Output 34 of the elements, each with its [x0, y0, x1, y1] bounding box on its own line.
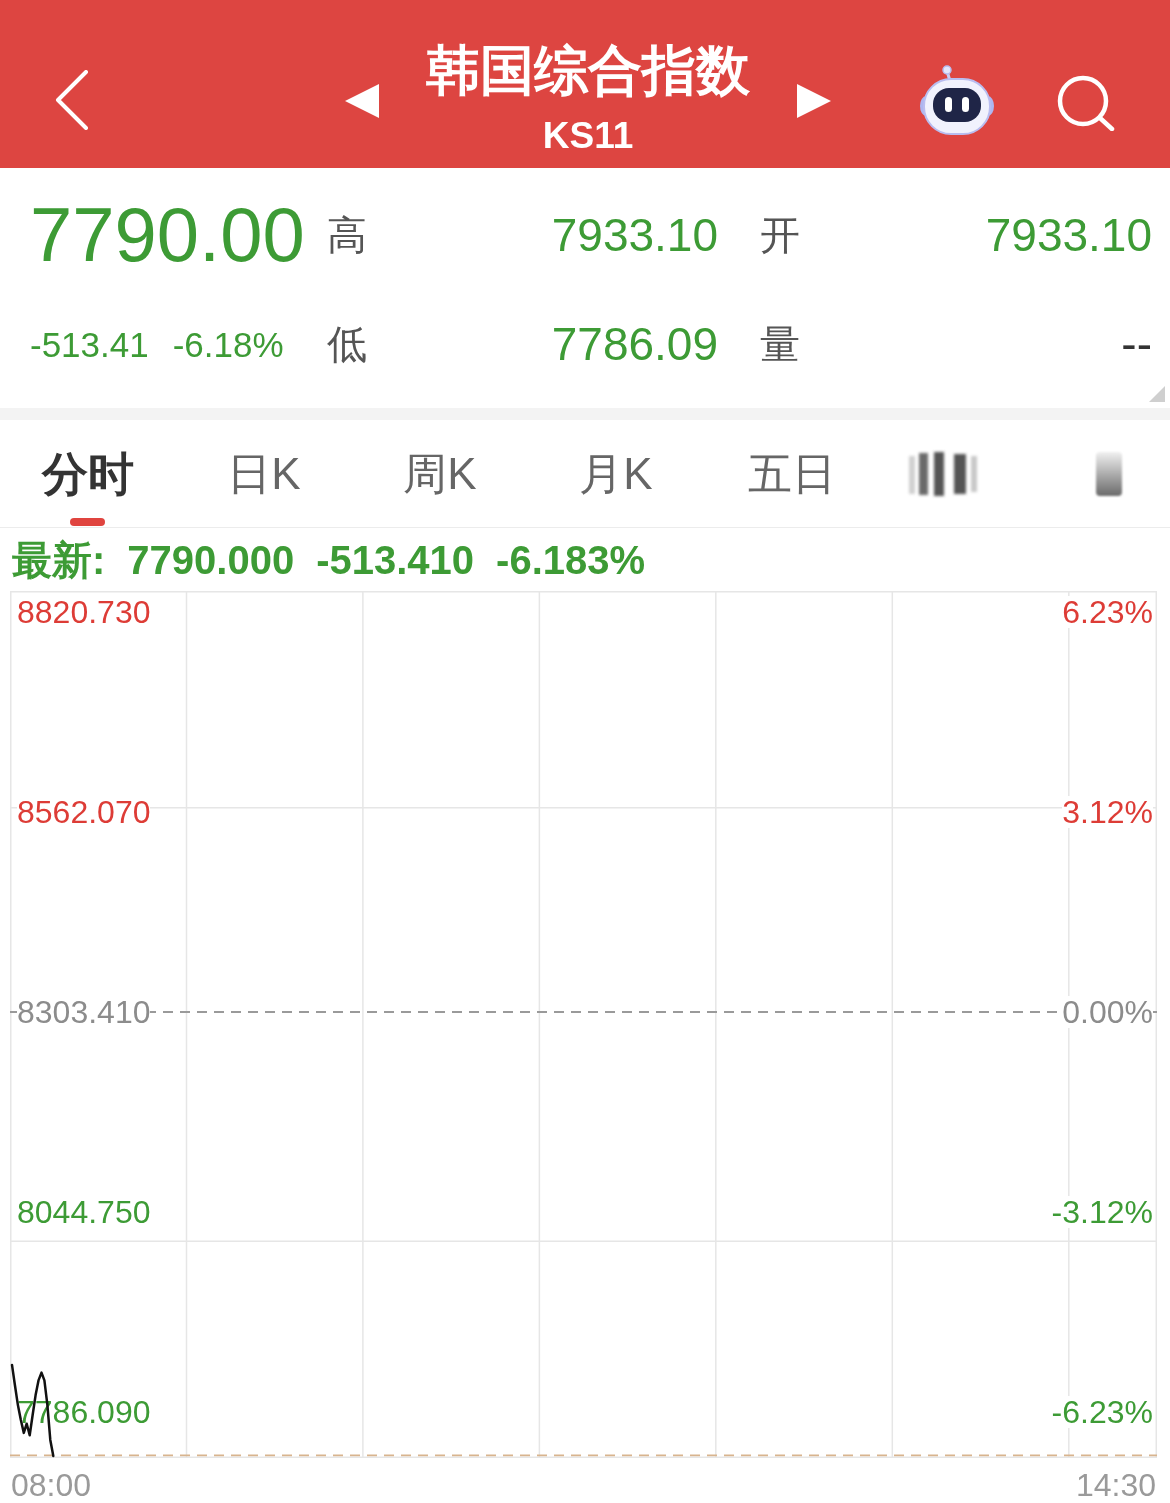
index-title: 韩国综合指数 [426, 43, 750, 97]
price-change: -513.41 [30, 326, 149, 362]
percent-axis-label: -6.23% [1051, 1396, 1153, 1428]
time-axis-label: 08:00 [10, 1469, 91, 1501]
tab[interactable]: 周K [352, 420, 528, 527]
percent-axis-label: -3.12% [1051, 1196, 1153, 1228]
percent-axis-label: 3.12% [1062, 796, 1153, 828]
field-label: 开 [760, 215, 800, 255]
field-value: -- [1121, 321, 1152, 367]
field-label: 高 [327, 215, 367, 255]
field-label: 量 [760, 324, 800, 364]
index-code: KS11 [542, 117, 634, 154]
left-triangle-icon[interactable] [345, 84, 379, 118]
latest-change: -513.410 [316, 539, 475, 580]
time-axis-label: 14:30 [1076, 1469, 1157, 1501]
right-triangle-icon[interactable] [797, 84, 831, 118]
current-price: 7790.00 [30, 197, 305, 273]
latest-price: 7790.000 [127, 539, 295, 580]
percent-axis-label: 6.23% [1062, 596, 1153, 628]
tab[interactable]: 分时 [0, 420, 176, 527]
search-icon[interactable] [1057, 75, 1115, 131]
field-label: 低 [327, 324, 367, 364]
tab[interactable]: 五日 [704, 420, 880, 527]
back-icon[interactable] [55, 70, 89, 130]
field-value: 7933.10 [985, 212, 1152, 258]
field-value: 7786.09 [551, 321, 718, 367]
robot-icon[interactable] [920, 65, 994, 135]
percent-axis-label: 0.00% [1062, 996, 1153, 1028]
tab[interactable]: 月K [528, 420, 704, 527]
field-value: 7933.10 [551, 212, 718, 258]
percent-change: -6.18% [172, 326, 284, 362]
latest-label: 最新: [12, 539, 106, 580]
latest-percent: -6.183% [496, 539, 646, 580]
tab[interactable]: 日K [176, 420, 352, 527]
